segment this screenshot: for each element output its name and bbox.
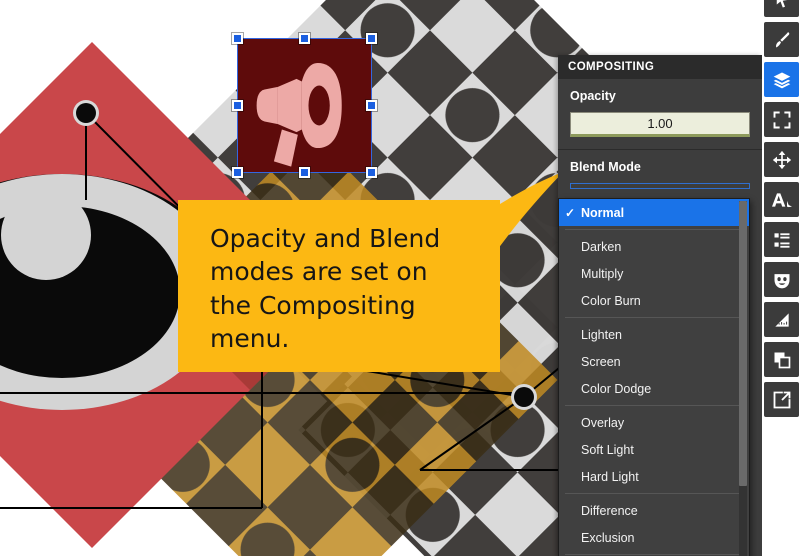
menu-item-label: Hard Light: [581, 470, 639, 484]
menu-separator: [565, 405, 743, 406]
layers-icon[interactable]: [764, 62, 799, 97]
menu-item-label: Exclusion: [581, 531, 635, 545]
menu-separator: [565, 317, 743, 318]
callout-tooltip: Opacity and Blend modes are set on the C…: [178, 200, 500, 372]
menu-item-exclusion[interactable]: Exclusion: [559, 524, 749, 551]
checkmark-icon: ✓: [565, 206, 575, 220]
menu-item-label: Overlay: [581, 416, 624, 430]
menu-item-color-dodge[interactable]: Color Dodge: [559, 375, 749, 402]
dropdown-scrollbar-thumb[interactable]: [739, 201, 747, 486]
blend-mode-select[interactable]: [570, 183, 750, 189]
opacity-label: Opacity: [570, 89, 750, 103]
menu-item-label: Difference: [581, 504, 638, 518]
menu-item-lighten[interactable]: Lighten: [559, 321, 749, 348]
menu-separator: [565, 554, 743, 555]
dropdown-scrollbar[interactable]: [739, 201, 747, 556]
menu-item-label: Darken: [581, 240, 621, 254]
menu-item-soft-light[interactable]: Soft Light: [559, 436, 749, 463]
text-tool-icon[interactable]: [764, 182, 799, 217]
paintbrush-icon[interactable]: [764, 22, 799, 57]
menu-item-overlay[interactable]: Overlay: [559, 409, 749, 436]
menu-item-label: Multiply: [581, 267, 623, 281]
move-arrows-icon[interactable]: [764, 142, 799, 177]
ruler-triangle-icon[interactable]: [764, 302, 799, 337]
menu-item-label: Normal: [581, 206, 624, 220]
menu-item-label: Color Dodge: [581, 382, 651, 396]
menu-item-label: Soft Light: [581, 443, 634, 457]
menu-item-normal[interactable]: ✓ Normal: [559, 199, 749, 226]
menu-item-screen[interactable]: Screen: [559, 348, 749, 375]
menu-item-multiply[interactable]: Multiply: [559, 260, 749, 287]
menu-item-color-burn[interactable]: Color Burn: [559, 287, 749, 314]
export-arrow-icon[interactable]: [764, 382, 799, 417]
list-properties-icon[interactable]: [764, 222, 799, 257]
application-window: Opacity and Blend modes are set on the C…: [0, 0, 801, 556]
cursor-arrow-icon[interactable]: [764, 0, 799, 17]
menu-separator: [565, 493, 743, 494]
blend-mode-section: Blend Mode: [558, 150, 762, 201]
menu-item-darken[interactable]: Darken: [559, 233, 749, 260]
blend-mode-label: Blend Mode: [570, 160, 750, 174]
right-toolbar: [762, 0, 801, 556]
menu-item-label: Lighten: [581, 328, 622, 342]
megaphone-object: [238, 39, 371, 172]
menu-item-difference[interactable]: Difference: [559, 497, 749, 524]
mask-theater-icon[interactable]: [764, 262, 799, 297]
opacity-input[interactable]: 1.00: [570, 112, 750, 137]
menu-item-label: Screen: [581, 355, 621, 369]
panel-title: COMPOSITING: [558, 55, 762, 79]
menu-item-hard-light[interactable]: Hard Light: [559, 463, 749, 490]
crop-frame-icon[interactable]: [764, 102, 799, 137]
menu-separator: [565, 229, 743, 230]
menu-item-label: Color Burn: [581, 294, 641, 308]
opacity-section: Opacity 1.00: [558, 79, 762, 149]
blend-mode-dropdown[interactable]: ✓ Normal Darken Multiply Color Burn Ligh…: [558, 198, 750, 556]
shapes-overlap-icon[interactable]: [764, 342, 799, 377]
